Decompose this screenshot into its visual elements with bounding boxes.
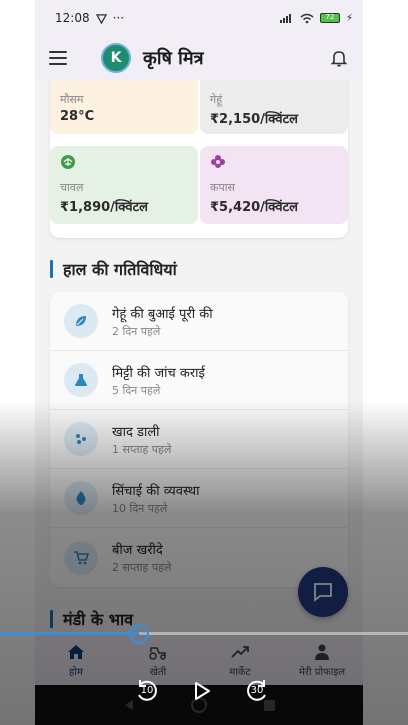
activity-list: गेहूं की बुआई पूरी की 2 दिन पहले मिट्टी … [50,292,348,587]
bell-icon[interactable] [329,48,349,68]
seek-bar[interactable] [0,632,408,635]
tractor-icon [149,647,166,660]
section-title-text: मंडी के भाव [63,610,133,629]
nav-label: मेरी प्रोफाइल [298,667,346,678]
tile-value: ₹1,890/क्विंटल [60,200,148,215]
rewind-button[interactable]: 10 [132,676,162,706]
tile-label: मौसम [60,93,84,106]
activity-time: 10 दिन पहले [112,501,168,515]
nav-home[interactable]: होम [35,635,117,685]
trend-icon [231,646,249,658]
phone-screen: 12:08 ··· 72 ⚡ K कृषि मित्र मौसम 28°C गे… [35,0,363,725]
status-bar: 12:08 ··· 72 ⚡ [35,0,363,36]
tile-value: ₹2,150/क्विंटल [210,112,298,127]
tile-label: कपास [210,181,235,194]
more-notifications-icon: ··· [112,11,125,25]
mandi-prices-heading: मंडी के भाव [50,608,133,630]
person-icon [315,644,329,660]
list-item[interactable]: सिंचाई की व्यवस्था 10 दिन पहले [50,469,348,528]
rewind-seconds: 10 [140,685,154,696]
home-icon [68,645,84,659]
forward-button[interactable]: 30 [242,676,272,706]
tile-value: ₹5,420/क्विंटल [210,200,298,215]
recent-activities-heading: हाल की गतिविधियां [50,258,177,280]
activity-title: गेहूं की बुआई पूरी की [112,306,213,322]
section-title-text: हाल की गतिविधियां [63,260,177,279]
list-item[interactable]: मिट्टी की जांच कराई 5 दिन पहले [50,351,348,410]
charging-icon: ⚡ [345,12,353,24]
weather-tile[interactable]: मौसम 28°C [50,80,198,134]
seek-thumb[interactable] [128,624,149,644]
status-time: 12:08 [55,11,90,25]
activity-time: 2 दिन पहले [112,324,161,338]
flower-icon [211,155,225,168]
wifi-icon [300,13,314,23]
cotton-tile[interactable]: कपास ₹5,420/क्विंटल [200,146,348,224]
rice-icon [61,155,75,169]
seek-progress [0,632,139,635]
forward-seconds: 30 [250,685,264,696]
play-icon [195,682,210,700]
price-cards: मौसम 28°C गेहूं ₹2,150/क्विंटल चावल ₹1,8… [50,80,348,238]
leaf-icon [64,304,98,338]
activity-title: बीज खरीदे [112,543,163,558]
menu-icon[interactable] [49,51,67,65]
nav-label: होम [69,667,83,678]
section-accent [50,260,53,278]
flask-icon [64,363,98,397]
vpn-icon [95,13,107,24]
nav-profile[interactable]: मेरी प्रोफाइल [281,635,363,685]
activity-time: 5 दिन पहले [112,383,161,397]
tile-label: गेहूं [210,93,223,106]
activity-time: 2 सप्ताह पहले [112,561,172,574]
chat-icon [314,583,332,602]
activity-title: खाद डाली [112,424,160,440]
battery-icon: 72 [319,13,340,23]
avatar[interactable]: K [101,43,131,73]
fertilizer-icon [64,422,98,456]
activity-time: 1 सप्ताह पहले [112,442,172,456]
activity-title: मिट्टी की जांच कराई [112,365,205,381]
list-item[interactable]: गेहूं की बुआई पूरी की 2 दिन पहले [50,292,348,351]
app-bar: K कृषि मित्र [35,36,363,80]
chat-fab-button[interactable] [298,567,348,617]
activity-title: सिंचाई की व्यवस्था [112,483,200,499]
play-button[interactable] [187,676,217,706]
player-controls: 10 30 [132,676,272,706]
section-accent [50,610,53,628]
scroll-content[interactable]: मौसम 28°C गेहूं ₹2,150/क्विंटल चावल ₹1,8… [35,80,363,635]
app-title: कृषि मित्र [143,48,204,69]
rice-tile[interactable]: चावल ₹1,890/क्विंटल [50,146,198,224]
cart-icon [64,540,98,575]
signal-icon [279,14,291,23]
list-item[interactable]: खाद डाली 1 सप्ताह पहले [50,410,348,469]
tile-value: 28°C [60,109,95,124]
wheat-tile[interactable]: गेहूं ₹2,150/क्विंटल [200,80,348,134]
tile-label: चावल [60,181,84,194]
water-drop-icon [64,481,98,515]
